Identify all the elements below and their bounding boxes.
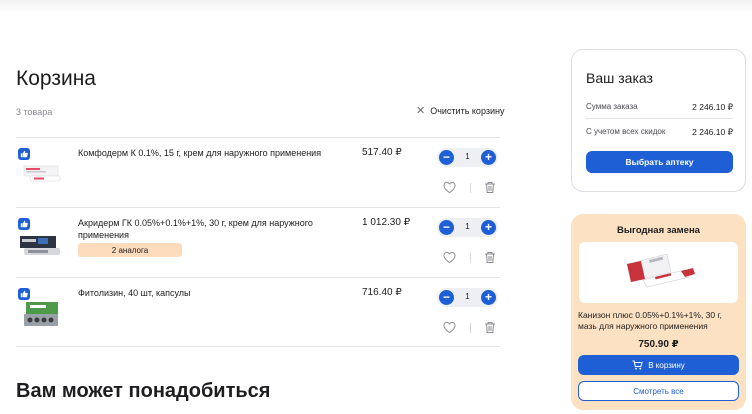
replacement-title: Выгодная замена [617, 225, 700, 236]
order-discount-line: С учетом всех скидок 2 246.10 ₽ [586, 127, 733, 138]
trash-icon[interactable] [484, 181, 496, 194]
trash-icon[interactable] [484, 251, 496, 264]
increase-quantity-button[interactable]: + [481, 150, 496, 165]
product-image[interactable] [18, 148, 64, 190]
heart-icon[interactable] [443, 251, 456, 264]
analogs-badge[interactable]: 2 аналога [78, 243, 182, 257]
replacement-card: Выгодная замена Канизон плюс 0.05%+0.1%+… [571, 214, 746, 410]
product-name[interactable]: Фитолизин, 40 шт, капсулы [78, 287, 328, 299]
cart-item-row: Комфодерм К 0.1%, 15 г, крем для наружно… [16, 137, 500, 207]
increase-quantity-button[interactable]: + [481, 220, 496, 235]
product-price: 1 012.30 ₽ [362, 217, 411, 228]
quantity-value: 1 [465, 292, 470, 301]
replacement-price: 750.90 ₽ [638, 339, 679, 350]
trash-icon[interactable] [484, 321, 496, 334]
product-name[interactable]: Акридерм ГК 0.05%+0.1%+1%, 30 г, крем дл… [78, 217, 328, 241]
increase-quantity-button[interactable]: + [481, 290, 496, 305]
quantity-stepper: − 1 + [437, 218, 498, 237]
quantity-stepper: − 1 + [437, 148, 498, 167]
order-sum-line: Сумма заказа 2 246.10 ₽ [586, 102, 733, 113]
order-discount-value: 2 246.10 ₽ [692, 127, 733, 137]
cart-item-row: Акридерм ГК 0.05%+0.1%+1%, 30 г, крем дл… [16, 207, 500, 277]
add-to-cart-label: В корзину [648, 360, 685, 370]
top-header-bar [0, 0, 752, 14]
product-image[interactable] [18, 218, 64, 260]
divider [470, 253, 471, 263]
see-all-button[interactable]: Смотреть все [578, 381, 739, 401]
decrease-quantity-button[interactable]: − [439, 290, 454, 305]
heart-icon[interactable] [443, 321, 456, 334]
row-actions [443, 181, 498, 195]
replacement-product-name[interactable]: Канизон плюс 0.05%+0.1%+1%, 30 г, мазь д… [578, 310, 740, 332]
heart-icon[interactable] [443, 181, 456, 194]
replacement-product-image[interactable] [579, 242, 738, 303]
add-to-cart-button[interactable]: В корзину [578, 355, 739, 375]
close-icon: ✕ [416, 105, 426, 117]
clear-cart-label: Очистить корзину [430, 106, 505, 116]
product-price: 517.40 ₽ [362, 147, 402, 158]
decrease-quantity-button[interactable]: − [439, 220, 454, 235]
cart-icon [632, 360, 643, 370]
row-actions [443, 321, 498, 335]
divider [470, 183, 471, 193]
product-name[interactable]: Комфодерм К 0.1%, 15 г, крем для наружно… [78, 147, 328, 159]
product-price: 716.40 ₽ [362, 287, 402, 298]
thumb-up-icon [18, 288, 30, 300]
divider [470, 323, 471, 333]
product-image[interactable] [18, 288, 64, 330]
row-actions [443, 251, 498, 265]
choose-pharmacy-button[interactable]: Выбрать аптеку [586, 151, 733, 173]
quantity-value: 1 [465, 152, 470, 161]
cart-item-row: Фитолизин, 40 шт, капсулы 716.40 ₽ − 1 + [16, 277, 500, 347]
quantity-stepper: − 1 + [437, 288, 498, 307]
divider [586, 118, 733, 119]
clear-cart-button[interactable]: ✕ Очистить корзину [416, 105, 505, 117]
cart-item-count: 3 товара [16, 107, 53, 117]
page-title: Корзина [16, 67, 96, 90]
thumb-up-icon [18, 148, 30, 160]
recommendations-title: Вам может понадобиться [16, 380, 271, 402]
order-summary-title: Ваш заказ [586, 70, 653, 86]
order-summary-card: Ваш заказ Сумма заказа 2 246.10 ₽ С учет… [571, 49, 746, 192]
order-sum-label: Сумма заказа [586, 102, 638, 111]
order-discount-label: С учетом всех скидок [586, 127, 666, 136]
thumb-up-icon [18, 218, 30, 230]
quantity-value: 1 [465, 222, 470, 231]
decrease-quantity-button[interactable]: − [439, 150, 454, 165]
order-sum-value: 2 246.10 ₽ [692, 102, 733, 112]
